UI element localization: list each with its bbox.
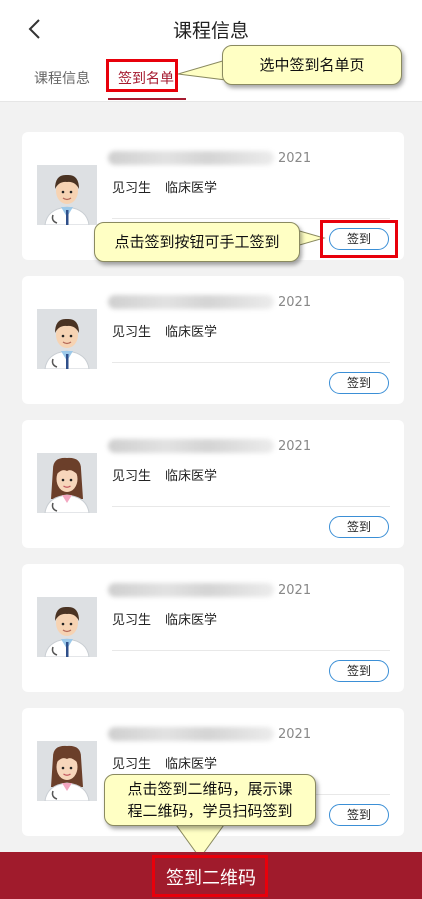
student-year: 2021 <box>278 439 312 454</box>
signin-button[interactable]: 签到 <box>329 228 389 250</box>
male-doctor-avatar <box>37 597 97 657</box>
callout-pointer <box>296 229 326 247</box>
qr-code-button[interactable]: 签到二维码 <box>0 864 422 890</box>
qr-callout: 点击签到二维码，展示课 程二维码，学员扫码签到 <box>104 774 316 826</box>
button-callout: 点击签到按钮可手工签到 <box>94 222 300 262</box>
student-info: 见习生 临床医学 <box>112 321 217 340</box>
student-info: 见习生 临床医学 <box>112 753 217 772</box>
student-role: 见习生 <box>112 613 152 628</box>
qr-callout-line: 点击签到二维码，展示课 <box>127 780 293 798</box>
student-name-blurred <box>108 295 274 309</box>
student-major: 临床医学 <box>165 469 218 484</box>
female-doctor-avatar <box>37 741 97 801</box>
student-major: 临床医学 <box>165 325 218 340</box>
signin-button[interactable]: 签到 <box>329 660 389 682</box>
male-doctor-avatar <box>37 165 97 225</box>
card-divider <box>112 650 390 651</box>
student-major: 临床医学 <box>165 181 218 196</box>
student-name-blurred <box>108 439 274 453</box>
student-name-blurred <box>108 151 274 165</box>
tab-course-info[interactable]: 课程信息 <box>34 68 90 88</box>
male-doctor-avatar <box>37 309 97 369</box>
student-role: 见习生 <box>112 757 152 772</box>
student-year: 2021 <box>278 151 312 166</box>
student-year: 2021 <box>278 727 312 742</box>
student-name-blurred <box>108 727 274 741</box>
student-year: 2021 <box>278 295 312 310</box>
qr-callout-line: 程二维码，学员扫码签到 <box>127 802 293 820</box>
student-major: 临床医学 <box>165 613 218 628</box>
female-doctor-avatar <box>37 453 97 513</box>
student-card: 2021 见习生 临床医学 签到 <box>22 564 404 692</box>
student-name-blurred <box>108 583 274 597</box>
card-divider <box>112 506 390 507</box>
tab-signin-list[interactable]: 签到名单 <box>118 68 174 88</box>
page-title: 课程信息 <box>172 20 249 42</box>
signin-button[interactable]: 签到 <box>329 804 389 826</box>
student-info: 见习生 临床医学 <box>112 609 217 628</box>
signin-button[interactable]: 签到 <box>329 372 389 394</box>
student-info: 见习生 临床医学 <box>112 465 217 484</box>
card-divider <box>112 218 390 219</box>
student-card: 2021 见习生 临床医学 签到 <box>22 276 404 404</box>
card-divider <box>112 362 390 363</box>
student-year: 2021 <box>278 583 312 598</box>
qr-code-bar[interactable]: 签到二维码 <box>0 852 422 899</box>
tab-callout: 选中签到名单页 <box>222 45 402 85</box>
student-info: 见习生 临床医学 <box>112 177 217 196</box>
signin-button[interactable]: 签到 <box>329 516 389 538</box>
student-major: 临床医学 <box>165 757 218 772</box>
callout-pointer <box>178 59 227 81</box>
active-tab-indicator <box>108 98 186 100</box>
student-role: 见习生 <box>112 181 152 196</box>
student-card: 2021 见习生 临床医学 签到 <box>22 420 404 548</box>
student-role: 见习生 <box>112 469 152 484</box>
student-role: 见习生 <box>112 325 152 340</box>
